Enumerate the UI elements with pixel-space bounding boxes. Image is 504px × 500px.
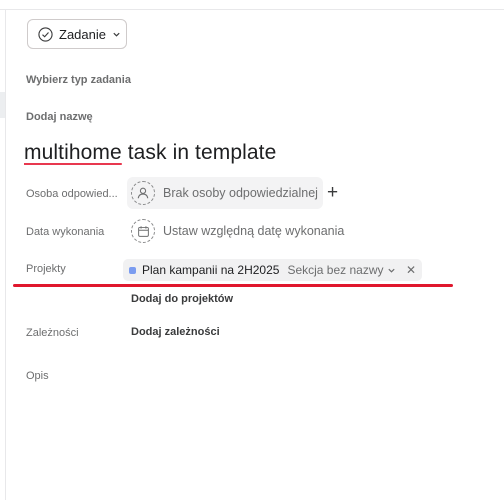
add-dependencies-link[interactable]: Dodaj zależności	[131, 326, 220, 338]
task-type-button[interactable]: Zadanie	[27, 19, 127, 49]
left-panel-marker	[0, 92, 5, 118]
task-title-input[interactable]: multihome task in template	[24, 141, 276, 165]
project-chip[interactable]: Plan kampanii na 2H2025 Sekcja bez nazwy…	[123, 259, 422, 281]
project-name: Plan kampanii na 2H2025	[142, 263, 280, 277]
choose-type-label: Wybierz typ zadania	[26, 74, 131, 86]
assignee-value: Brak osoby odpowiedzialnej	[163, 186, 318, 200]
description-label: Opis	[26, 370, 49, 382]
user-icon	[131, 181, 155, 205]
chevron-down-icon	[113, 32, 120, 37]
task-title-misspelled-word: multihome	[24, 141, 122, 164]
projects-label: Projekty	[26, 263, 66, 275]
calendar-icon	[131, 219, 155, 243]
due-date-value: Ustaw względną datę wykonania	[163, 224, 345, 238]
task-title-rest: task in template	[121, 141, 277, 164]
task-type-label: Zadanie	[59, 26, 106, 42]
chevron-down-icon	[388, 268, 396, 273]
assignee-label: Osoba odpowied...	[26, 188, 118, 200]
project-color-dot	[129, 266, 136, 274]
close-icon[interactable]: ✕	[406, 263, 416, 277]
plus-icon[interactable]: +	[327, 183, 338, 202]
check-circle-icon	[38, 26, 53, 42]
left-divider	[5, 10, 6, 500]
section-dropdown[interactable]: Sekcja bez nazwy	[287, 263, 396, 277]
due-date-field[interactable]: Ustaw względną datę wykonania	[131, 217, 344, 245]
top-divider	[0, 9, 504, 10]
annotation-underline	[13, 284, 453, 287]
section-name: Sekcja bez nazwy	[287, 263, 384, 277]
add-name-label: Dodaj nazwę	[26, 111, 93, 123]
due-date-label: Data wykonania	[26, 226, 105, 238]
dependencies-label: Zależności	[26, 327, 79, 339]
assignee-field[interactable]: Brak osoby odpowiedzialnej	[127, 177, 323, 209]
add-to-projects-link[interactable]: Dodaj do projektów	[131, 293, 233, 305]
